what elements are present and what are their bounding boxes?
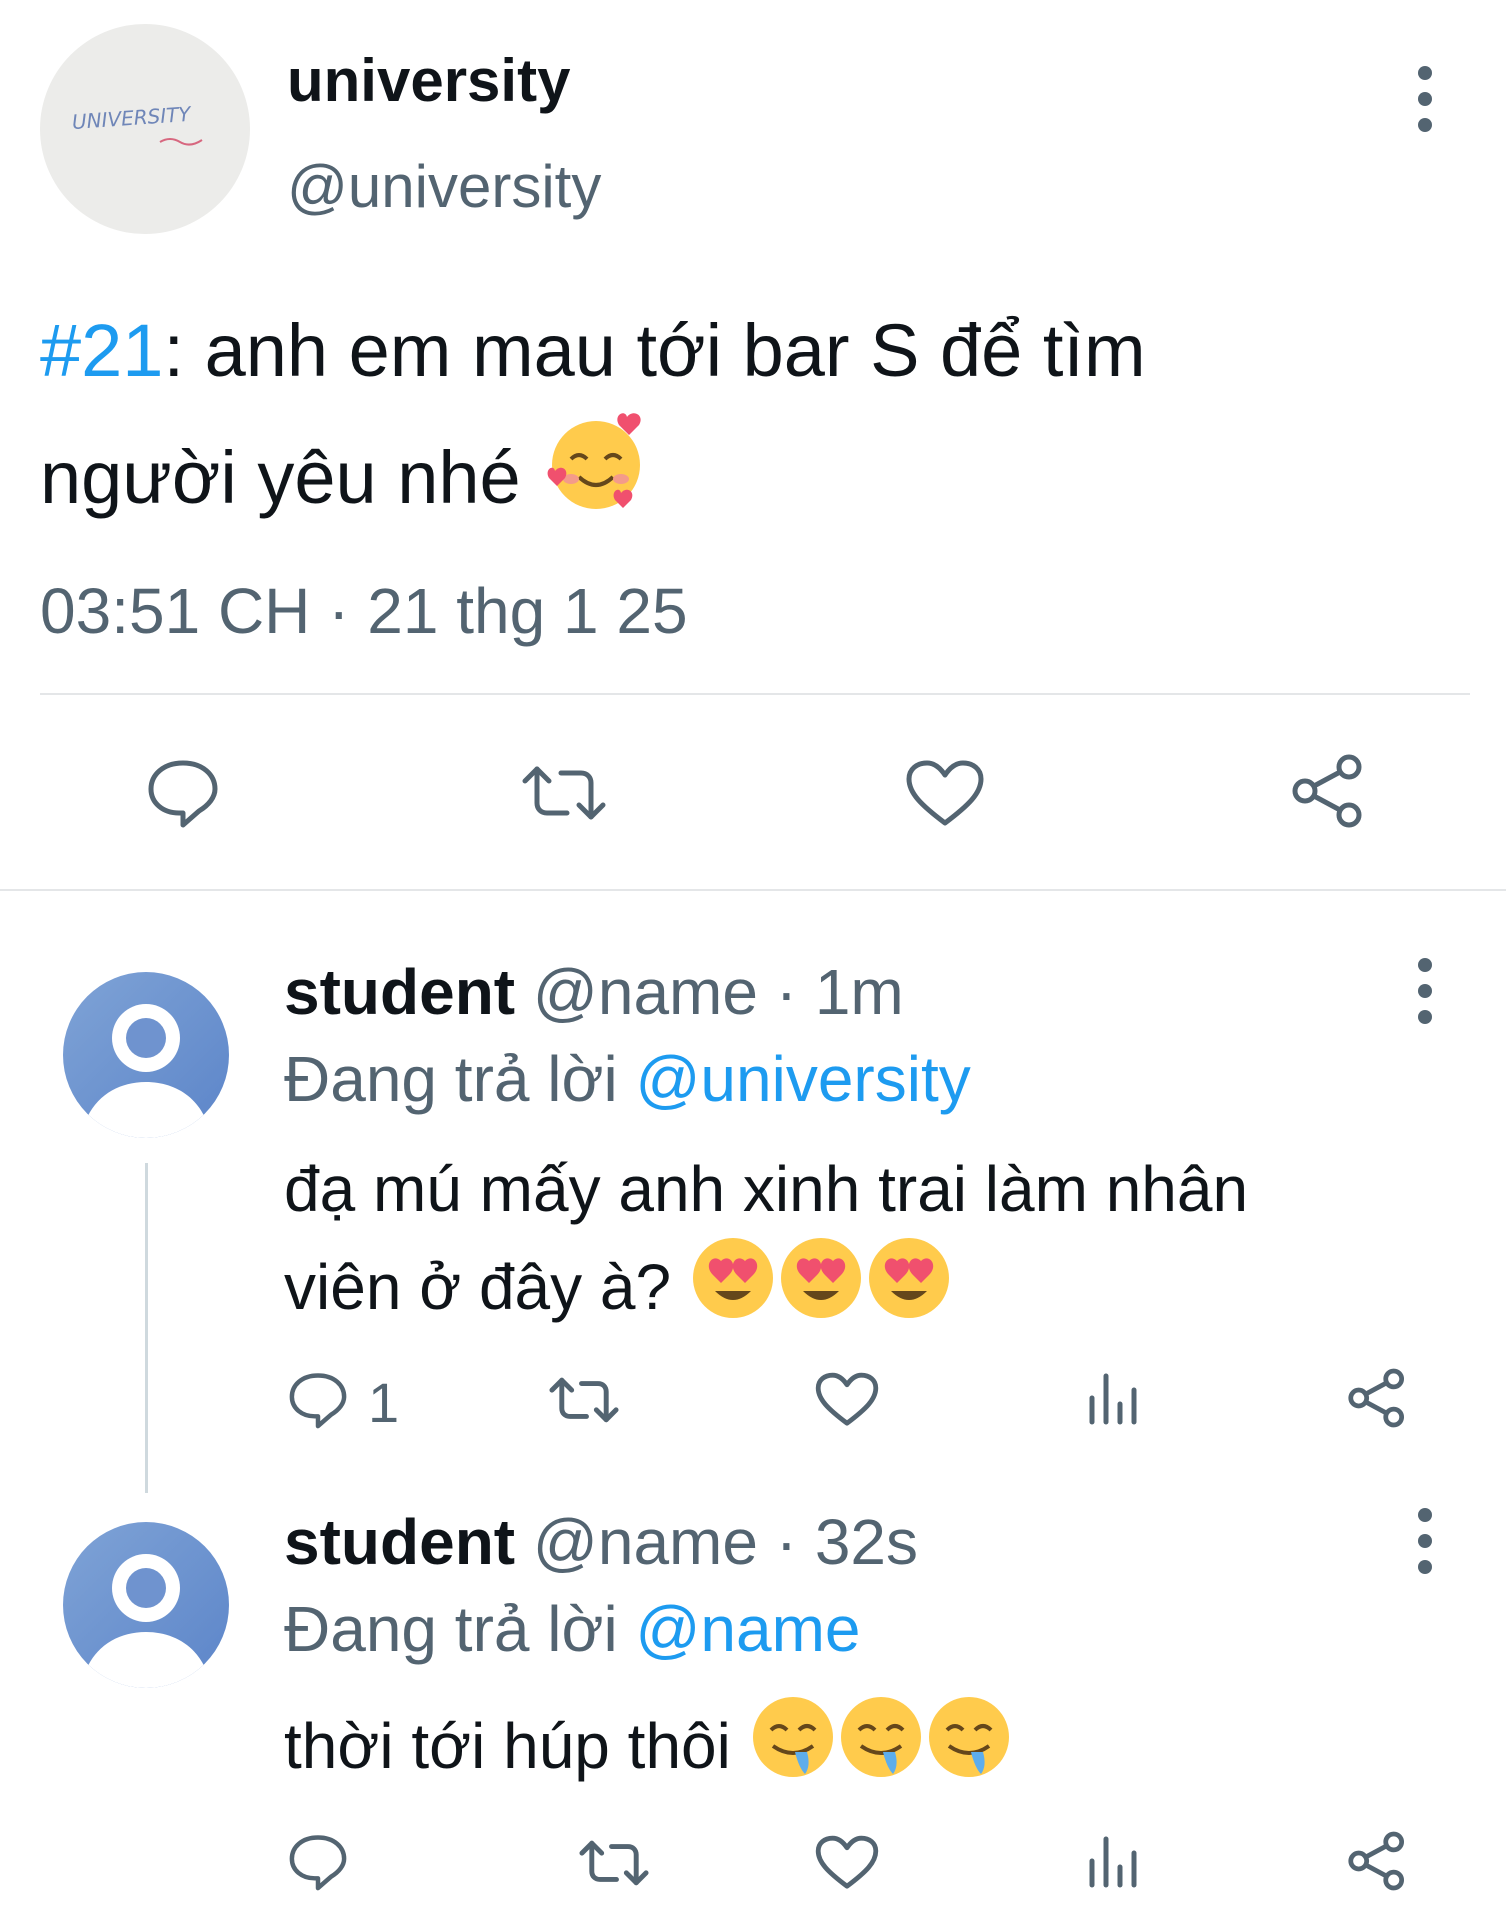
reply-count: 1: [368, 1371, 400, 1434]
avatar[interactable]: [63, 1522, 229, 1688]
replying-to: Đang trả lời @name: [284, 1592, 861, 1666]
thread-line: [145, 1163, 148, 1493]
default-avatar-icon: [81, 1554, 211, 1688]
reply-handle-time[interactable]: @name · 1m: [533, 956, 904, 1028]
like-heart-icon[interactable]: [815, 1834, 879, 1892]
analytics-icon[interactable]: [1086, 1833, 1140, 1891]
reply-author-name[interactable]: student: [284, 956, 515, 1028]
retweet-icon[interactable]: [577, 1836, 651, 1890]
more-options-icon[interactable]: [1410, 1508, 1440, 1574]
retweet-icon[interactable]: [519, 761, 609, 825]
retweet-icon[interactable]: [547, 1373, 621, 1427]
author-display-name[interactable]: university: [287, 46, 570, 115]
reply-icon[interactable]: [145, 757, 221, 829]
share-icon[interactable]: [1346, 1829, 1408, 1893]
heart-eyes-icon: [689, 1233, 955, 1345]
reply-text: thời tới húp thôi: [284, 1692, 1015, 1804]
author-handle[interactable]: @university: [287, 152, 601, 221]
tweet-text-line1: : anh em mau tới bar S để tìm: [163, 309, 1146, 392]
reply-icon[interactable]: [287, 1370, 349, 1430]
divider: [0, 889, 1506, 891]
drooling-face-icon: [749, 1692, 1015, 1804]
reply-text-line1: thời tới húp thôi: [284, 1710, 731, 1782]
analytics-icon[interactable]: [1086, 1370, 1140, 1428]
avatar[interactable]: [63, 972, 229, 1138]
replying-to-mention[interactable]: @name: [635, 1593, 860, 1665]
tweet-timestamp[interactable]: 03:51 CH · 21 thg 1 25: [40, 574, 688, 648]
more-options-icon[interactable]: [1410, 958, 1440, 1024]
smiling-face-with-hearts-icon: [541, 407, 651, 548]
reply-icon[interactable]: [287, 1832, 349, 1892]
reply-handle-time[interactable]: @name · 32s: [533, 1506, 918, 1578]
default-avatar-icon: [81, 1004, 211, 1138]
replying-to: Đang trả lời @university: [284, 1042, 971, 1116]
university-logo-icon: UNIVERSITY: [71, 102, 203, 146]
divider: [40, 693, 1470, 695]
tweet-text-line2: người yêu nhé: [40, 436, 521, 519]
like-heart-icon[interactable]: [815, 1371, 879, 1429]
share-icon[interactable]: [1289, 751, 1367, 831]
tweet-text: #21: anh em mau tới bar S để tìm người y…: [40, 295, 1460, 548]
replying-to-mention[interactable]: @university: [635, 1043, 970, 1115]
reply-author-name[interactable]: student: [284, 1506, 515, 1578]
reply-text: đạ mú mấy anh xinh trai làm nhân viên ở …: [284, 1145, 1248, 1345]
share-icon[interactable]: [1346, 1366, 1408, 1430]
reply-header: student @name · 1m: [284, 955, 904, 1029]
reply-header: student @name · 32s: [284, 1505, 918, 1579]
more-options-icon[interactable]: [1410, 66, 1440, 132]
reply-text-line1: đạ mú mấy anh xinh trai làm nhân: [284, 1153, 1249, 1225]
like-heart-icon[interactable]: [905, 759, 985, 829]
avatar[interactable]: UNIVERSITY: [40, 24, 250, 234]
hashtag-link[interactable]: #21: [40, 309, 163, 392]
reply-text-line2: viên ở đây à?: [284, 1251, 672, 1323]
replying-to-prefix: Đang trả lời: [284, 1593, 618, 1665]
avatar-logo-text: UNIVERSITY: [71, 102, 193, 134]
replying-to-prefix: Đang trả lời: [284, 1043, 618, 1115]
